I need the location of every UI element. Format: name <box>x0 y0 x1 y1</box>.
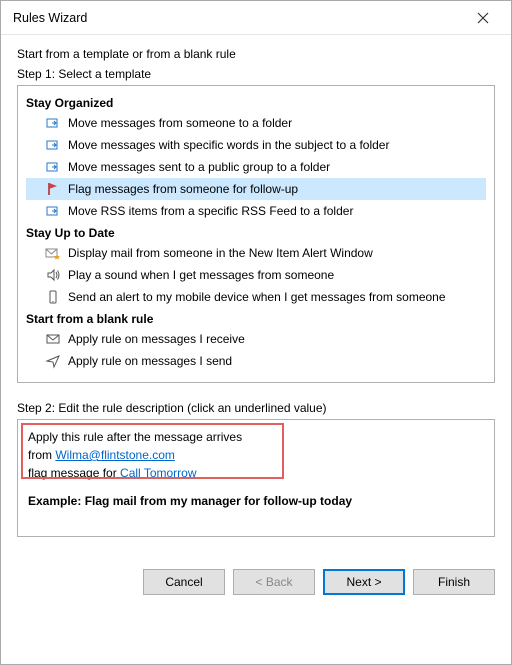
desc-line2-prefix: from <box>28 448 55 462</box>
back-button[interactable]: < Back <box>233 569 315 595</box>
sound-icon <box>44 267 62 283</box>
move-folder-icon <box>44 137 62 153</box>
section-blank-head: Start from a blank rule <box>26 312 486 326</box>
section-organized-head: Stay Organized <box>26 96 486 110</box>
rule-label: Apply rule on messages I receive <box>68 330 245 348</box>
cancel-button[interactable]: Cancel <box>143 569 225 595</box>
desc-line3: flag message for Call Tomorrow <box>28 464 484 482</box>
flag-link[interactable]: Call Tomorrow <box>120 466 196 480</box>
blank-list: Apply rule on messages I receive Apply r… <box>26 328 486 372</box>
move-folder-icon <box>44 203 62 219</box>
step2-label: Step 2: Edit the rule description (click… <box>17 401 495 415</box>
next-button[interactable]: Next > <box>323 569 405 595</box>
desc-line1: Apply this rule after the message arrive… <box>28 428 484 446</box>
rule-label: Play a sound when I get messages from so… <box>68 266 334 284</box>
rule-label: Move messages with specific words in the… <box>68 136 389 154</box>
description-box: Apply this rule after the message arrive… <box>17 419 495 537</box>
flag-icon <box>44 181 62 197</box>
rule-label: Flag messages from someone for follow-up <box>68 180 298 198</box>
rule-label: Move messages from someone to a folder <box>68 114 292 132</box>
organized-list: Move messages from someone to a folder M… <box>26 112 486 222</box>
dialog-content: Start from a template or from a blank ru… <box>1 35 511 547</box>
rule-play-sound[interactable]: Play a sound when I get messages from so… <box>26 264 486 286</box>
rule-apply-receive[interactable]: Apply rule on messages I receive <box>26 328 486 350</box>
rule-display-alert[interactable]: Display mail from someone in the New Ite… <box>26 242 486 264</box>
rule-label: Send an alert to my mobile device when I… <box>68 288 446 306</box>
section-uptodate-head: Stay Up to Date <box>26 226 486 240</box>
rule-flag-followup[interactable]: Flag messages from someone for follow-up <box>26 178 486 200</box>
desc-line2: from Wilma@flintstone.com <box>28 446 484 464</box>
rule-label: Display mail from someone in the New Ite… <box>68 244 373 262</box>
intro-text: Start from a template or from a blank ru… <box>17 47 495 61</box>
rule-move-from-someone[interactable]: Move messages from someone to a folder <box>26 112 486 134</box>
move-folder-icon <box>44 115 62 131</box>
desc-line3-prefix: flag message for <box>28 466 120 480</box>
rule-label: Apply rule on messages I send <box>68 352 232 370</box>
finish-button[interactable]: Finish <box>413 569 495 595</box>
send-icon <box>44 353 62 369</box>
titlebar: Rules Wizard <box>1 1 511 35</box>
step1-label: Step 1: Select a template <box>17 67 495 81</box>
window-title: Rules Wizard <box>13 11 87 25</box>
rule-mobile-alert[interactable]: Send an alert to my mobile device when I… <box>26 286 486 308</box>
envelope-icon <box>44 331 62 347</box>
move-folder-icon <box>44 159 62 175</box>
from-link[interactable]: Wilma@flintstone.com <box>55 448 175 462</box>
rule-label: Move RSS items from a specific RSS Feed … <box>68 202 353 220</box>
rule-move-words-subject[interactable]: Move messages with specific words in the… <box>26 134 486 156</box>
template-box: Stay Organized Move messages from someon… <box>17 85 495 383</box>
footer-buttons: Cancel < Back Next > Finish <box>1 557 511 611</box>
rule-label: Move messages sent to a public group to … <box>68 158 330 176</box>
uptodate-list: Display mail from someone in the New Ite… <box>26 242 486 308</box>
close-button[interactable] <box>463 2 503 34</box>
envelope-star-icon <box>44 245 62 261</box>
mobile-icon <box>44 289 62 305</box>
rule-apply-send[interactable]: Apply rule on messages I send <box>26 350 486 372</box>
example-text: Example: Flag mail from my manager for f… <box>28 494 484 508</box>
rule-move-rss[interactable]: Move RSS items from a specific RSS Feed … <box>26 200 486 222</box>
rule-move-public-group[interactable]: Move messages sent to a public group to … <box>26 156 486 178</box>
